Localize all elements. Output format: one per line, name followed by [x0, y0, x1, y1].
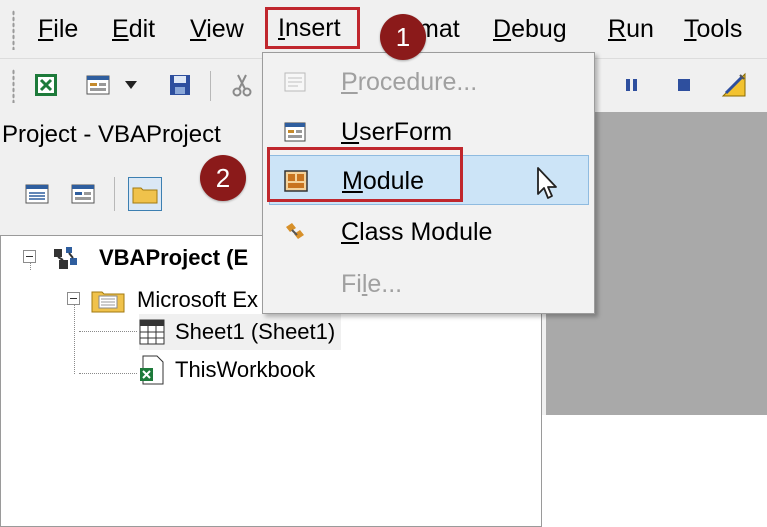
- menu-item-file: File...: [263, 259, 594, 309]
- save-button[interactable]: [166, 71, 194, 99]
- tree-label-sheet1: Sheet1 (Sheet1): [175, 319, 336, 344]
- design-mode-button[interactable]: [720, 71, 748, 99]
- vba-project-icon: [54, 247, 77, 269]
- menu-insert[interactable]: Insert: [265, 7, 360, 49]
- menu-item-class-module-label: Class Module: [341, 218, 493, 246]
- save-icon: [170, 75, 190, 95]
- view-object-icon: [71, 184, 95, 204]
- menu-run[interactable]: Run: [608, 12, 654, 46]
- userform-icon: [86, 75, 110, 95]
- view-object-button[interactable]: [66, 177, 100, 211]
- break-button[interactable]: [618, 71, 646, 99]
- menu-item-userform-label: UserForm: [341, 118, 453, 146]
- tree-connector: [79, 331, 137, 333]
- tree-expander-root[interactable]: [23, 250, 36, 263]
- tree-item-sheet1[interactable]: Sheet1 (Sheet1): [139, 314, 342, 350]
- folder-icon: [91, 291, 125, 313]
- insert-dropdown-arrow[interactable]: [120, 71, 142, 99]
- menu-debug[interactable]: Debug: [493, 12, 567, 46]
- tree-label-folder: Microsoft Ex: [137, 287, 259, 312]
- toggle-folders-button[interactable]: [128, 177, 162, 211]
- stop-icon: [678, 79, 690, 91]
- reset-button[interactable]: [670, 71, 698, 99]
- dropdown-arrow-icon: [125, 81, 137, 89]
- tree-expander-folder[interactable]: [67, 292, 80, 305]
- scissors-icon: [232, 74, 252, 97]
- pause-icon: [626, 79, 637, 91]
- class-module-icon: [283, 220, 307, 244]
- panel-toolbar-separator: [114, 177, 115, 211]
- project-panel-title: Project - VBAProject: [2, 121, 221, 148]
- menu-tools[interactable]: Tools: [684, 12, 742, 46]
- procedure-icon: [283, 70, 307, 94]
- toolbar-separator: [210, 71, 211, 101]
- menu-item-procedure: Procedure...: [263, 57, 594, 107]
- menu-item-file-label: File...: [341, 270, 403, 298]
- mouse-cursor-icon: [537, 167, 557, 199]
- tree-label-root: VBAProject (E: [99, 245, 249, 270]
- cut-button[interactable]: [228, 71, 256, 99]
- menu-file[interactable]: File: [38, 12, 78, 46]
- menubar-grip[interactable]: [12, 10, 15, 50]
- view-code-button[interactable]: [20, 177, 54, 211]
- step-2-badge: 2: [200, 155, 246, 201]
- view-code-icon: [25, 184, 49, 204]
- tree-label-thisworkbook: ThisWorkbook: [175, 357, 316, 382]
- design-mode-icon: [721, 72, 746, 97]
- step-1-badge: 1: [380, 14, 426, 60]
- tree-item-microsoft-excel-objects[interactable]: Microsoft Ex: [91, 282, 258, 318]
- menu-item-procedure-label: Procedure...: [341, 68, 478, 96]
- worksheet-icon: [139, 319, 165, 345]
- workbook-icon: [140, 355, 164, 385]
- excel-icon: [35, 74, 57, 96]
- tree-connector: [74, 302, 76, 374]
- view-excel-button[interactable]: [32, 71, 60, 99]
- tree-item-thisworkbook[interactable]: ThisWorkbook: [139, 352, 315, 388]
- menu-edit[interactable]: Edit: [112, 12, 155, 46]
- menu-item-module-label: Module: [342, 167, 424, 195]
- userform-icon: [283, 120, 307, 144]
- menu-view[interactable]: View: [190, 12, 244, 46]
- tree-connector: [79, 373, 137, 375]
- tree-item-vbaproject[interactable]: VBAProject (E: [49, 240, 248, 276]
- insert-userform-button[interactable]: [84, 71, 112, 99]
- menu-item-userform[interactable]: UserForm: [263, 107, 594, 157]
- menu-item-class-module[interactable]: Class Module: [263, 207, 594, 257]
- module-icon: [284, 169, 308, 193]
- toolbar-grip[interactable]: [12, 69, 15, 103]
- folder-icon: [132, 187, 158, 204]
